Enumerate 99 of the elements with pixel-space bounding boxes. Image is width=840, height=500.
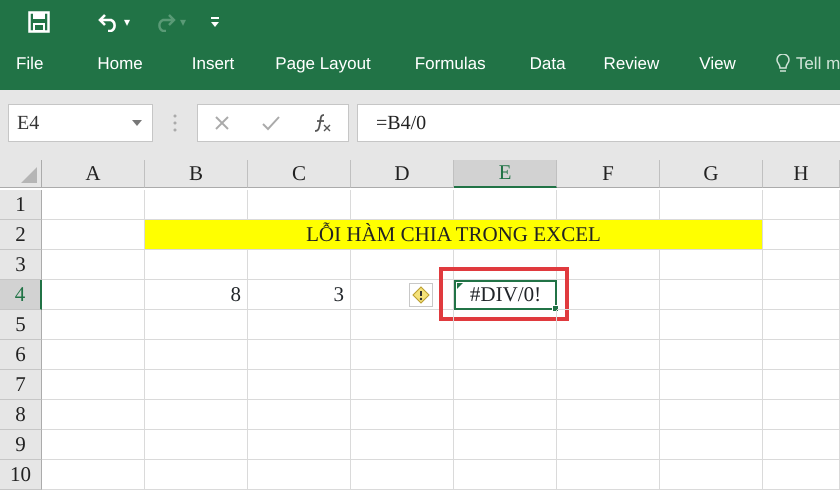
ribbon-tab[interactable]: Insert	[192, 51, 234, 77]
empty-cell[interactable]	[557, 310, 660, 340]
empty-cell[interactable]	[763, 190, 840, 220]
empty-cell[interactable]	[557, 460, 660, 490]
empty-cell[interactable]	[763, 310, 840, 340]
cancel-icon[interactable]	[214, 115, 230, 131]
empty-cell[interactable]	[351, 340, 454, 370]
name-box[interactable]: E4	[8, 104, 153, 142]
empty-cell[interactable]	[557, 340, 660, 370]
error-indicator-icon	[457, 283, 463, 289]
dropdown-caret-icon[interactable]	[132, 120, 142, 126]
fill-handle[interactable]	[552, 305, 559, 312]
empty-cell[interactable]	[248, 370, 351, 400]
empty-cell[interactable]	[763, 340, 840, 370]
empty-cell[interactable]	[763, 250, 840, 280]
empty-cell[interactable]	[248, 460, 351, 490]
row-header[interactable]: 1	[0, 190, 42, 220]
empty-cell[interactable]	[351, 310, 454, 340]
empty-cell[interactable]	[351, 250, 454, 280]
row-header[interactable]: 8	[0, 400, 42, 430]
ribbon-tab[interactable]: Home	[97, 51, 143, 77]
empty-cell[interactable]	[454, 400, 557, 430]
merged-title-cell[interactable]: LỖI HÀM CHIA TRONG EXCEL	[145, 220, 763, 250]
empty-cell[interactable]	[763, 430, 840, 460]
undo-dropdown[interactable]: ▾	[124, 16, 130, 28]
empty-cell[interactable]	[763, 280, 840, 310]
empty-cell[interactable]	[145, 340, 248, 370]
empty-cell[interactable]	[248, 340, 351, 370]
customize-icon[interactable]	[210, 16, 220, 28]
ribbon-tab[interactable]: Formulas	[414, 51, 486, 77]
empty-cell[interactable]	[660, 460, 763, 490]
ribbon-tab[interactable]: Data	[530, 51, 566, 77]
grip-icon	[173, 113, 177, 133]
empty-cell[interactable]	[557, 370, 660, 400]
ribbon-tab[interactable]: Review	[604, 51, 660, 77]
insert-function-icon[interactable]	[312, 113, 332, 133]
row-header[interactable]: 3	[0, 250, 42, 280]
empty-cell[interactable]	[145, 310, 248, 340]
empty-cell[interactable]	[557, 250, 660, 280]
ribbon-tab[interactable]: Page Layout	[275, 51, 371, 77]
empty-cell[interactable]	[351, 430, 454, 460]
empty-cell[interactable]	[660, 310, 763, 340]
empty-cell[interactable]	[763, 370, 840, 400]
row-header[interactable]: 7	[0, 370, 42, 400]
column-header[interactable]: H	[763, 160, 840, 188]
empty-cell[interactable]	[660, 430, 763, 460]
table-cell[interactable]: 8	[145, 280, 248, 310]
empty-cell[interactable]	[454, 310, 557, 340]
empty-cell[interactable]	[660, 400, 763, 430]
empty-cell[interactable]	[248, 310, 351, 340]
select-all-icon[interactable]	[21, 167, 37, 183]
column-header[interactable]: D	[351, 160, 454, 188]
empty-cell[interactable]	[557, 430, 660, 460]
row-header[interactable]: 6	[0, 340, 42, 370]
empty-cell[interactable]	[660, 340, 763, 370]
column-header[interactable]: G	[660, 160, 763, 188]
tell-me-search[interactable]: Tell m	[796, 51, 840, 77]
column-header[interactable]: E	[454, 160, 557, 188]
column-header[interactable]: B	[145, 160, 248, 188]
ribbon-tab[interactable]: View	[699, 51, 736, 77]
empty-cell[interactable]	[660, 280, 763, 310]
empty-cell[interactable]	[454, 250, 557, 280]
warning-icon[interactable]	[409, 282, 433, 306]
empty-cell[interactable]	[351, 460, 454, 490]
empty-cell[interactable]	[660, 250, 763, 280]
empty-cell[interactable]	[351, 280, 454, 310]
ribbon-tab[interactable]: File	[16, 51, 44, 77]
empty-cell[interactable]	[351, 370, 454, 400]
empty-cell[interactable]	[145, 400, 248, 430]
row-header[interactable]: 10	[0, 460, 42, 490]
column-header[interactable]: F	[557, 160, 660, 188]
empty-cell[interactable]	[454, 430, 557, 460]
lightbulb-icon	[776, 54, 790, 74]
empty-cell[interactable]	[454, 460, 557, 490]
row-header[interactable]: 9	[0, 430, 42, 460]
empty-cell[interactable]	[145, 460, 248, 490]
empty-cell[interactable]	[145, 370, 248, 400]
empty-cell[interactable]	[557, 400, 660, 430]
save-icon[interactable]	[28, 11, 50, 33]
empty-cell[interactable]	[763, 460, 840, 490]
empty-cell[interactable]	[145, 430, 248, 460]
table-cell[interactable]: 3	[248, 280, 351, 310]
empty-cell[interactable]	[454, 340, 557, 370]
empty-cell[interactable]	[660, 370, 763, 400]
empty-cell[interactable]	[557, 280, 660, 310]
row-header[interactable]: 4	[0, 280, 42, 310]
row-header[interactable]: 2	[0, 220, 42, 250]
column-header[interactable]: A	[42, 160, 145, 188]
checkmark-icon[interactable]	[260, 115, 281, 131]
empty-cell[interactable]	[145, 250, 248, 280]
empty-cell[interactable]	[248, 250, 351, 280]
empty-cell[interactable]	[248, 400, 351, 430]
empty-cell[interactable]	[454, 370, 557, 400]
row-header[interactable]: 5	[0, 310, 42, 340]
empty-cell[interactable]	[248, 430, 351, 460]
formula-input[interactable]: =B4/0	[357, 104, 840, 142]
empty-cell[interactable]	[763, 400, 840, 430]
column-header[interactable]: C	[248, 160, 351, 188]
empty-cell[interactable]	[351, 400, 454, 430]
